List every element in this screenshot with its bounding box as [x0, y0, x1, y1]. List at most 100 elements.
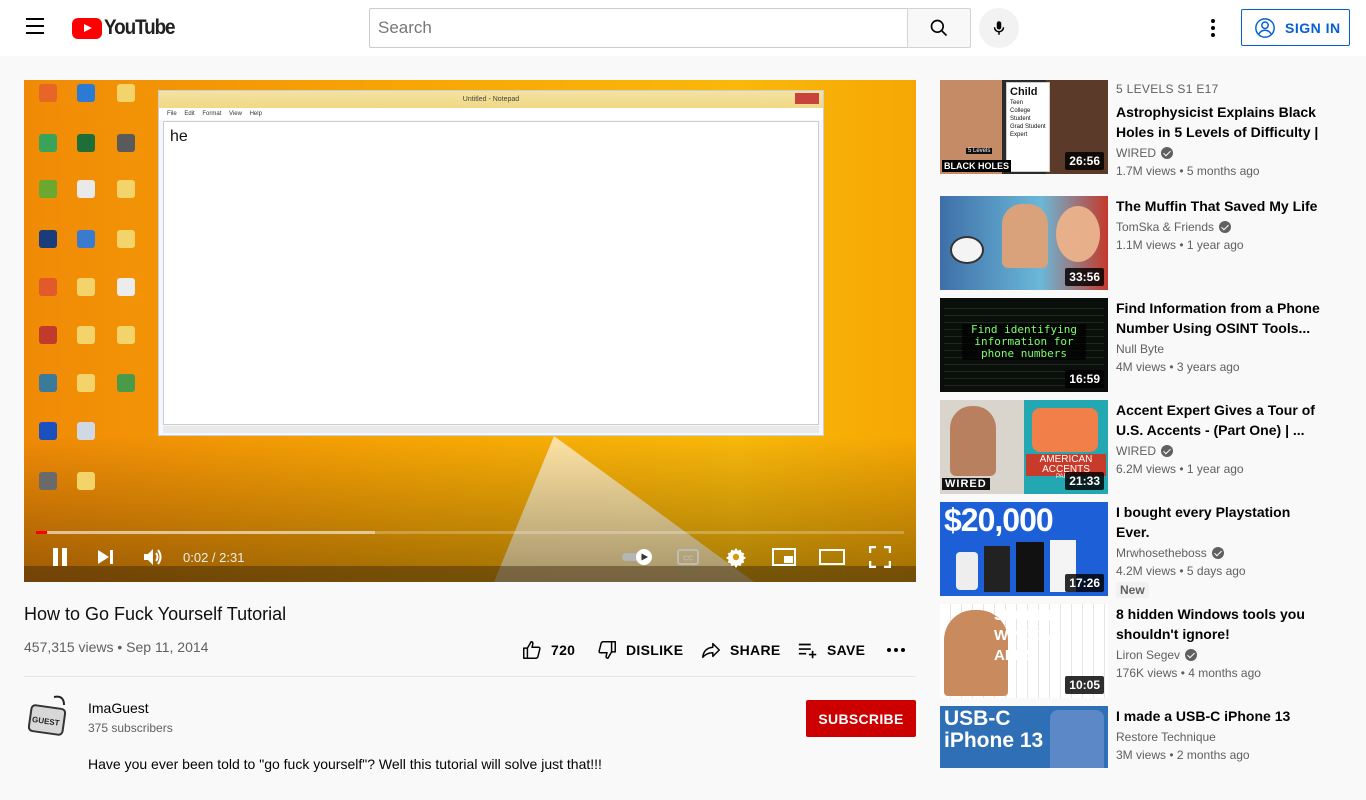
video-thumbnail[interactable]: AMERICAN ACCENTS PART WIRED 21:33	[940, 400, 1108, 494]
captions-icon: CC	[677, 549, 699, 565]
video-thumbnail[interactable]: $20,000 17:26	[940, 502, 1108, 596]
sign-in-button[interactable]: SIGN IN	[1241, 9, 1350, 46]
dislike-label: DISLIKE	[626, 642, 684, 658]
video-title: How to Go Fuck Yourself Tutorial	[24, 604, 287, 624]
recommendation-item[interactable]: SECRET WINDOWS APPS 10:05 8 hidden Windo…	[940, 604, 1350, 698]
account-icon	[1255, 17, 1275, 38]
desktop-icon	[68, 422, 104, 443]
video-duration: 17:26	[1065, 574, 1104, 592]
recommendation-item[interactable]: $20,000 17:26 I bought every Playstation…	[940, 502, 1350, 598]
desktop-icon	[30, 374, 66, 395]
settings-button[interactable]	[722, 542, 750, 572]
desktop-icon	[108, 278, 144, 299]
miniplayer-button[interactable]	[770, 542, 798, 572]
desktop-icon	[30, 422, 66, 443]
video-thumbnail[interactable]: 33:56	[940, 196, 1108, 290]
divider	[24, 676, 916, 677]
video-stats: 4M views • 3 years ago	[1116, 360, 1240, 374]
thumb-brand-text: WIRED	[942, 478, 990, 490]
video-title-link[interactable]: Accent Expert Gives a Tour of U.S. Accen…	[1116, 400, 1326, 440]
captions-button[interactable]: CC	[674, 542, 702, 572]
channel-name[interactable]: WIRED	[1116, 444, 1156, 458]
player-controls: 0:02 / 2:31 CC	[24, 542, 916, 572]
voice-search-button[interactable]	[979, 8, 1019, 48]
desktop-icon	[30, 230, 66, 251]
dislike-button[interactable]: DISLIKE	[596, 638, 683, 662]
notepad-title: Untitled - Notepad	[462, 96, 520, 103]
thumb-level-row: College Student	[1010, 108, 1031, 122]
video-player[interactable]: Untitled - Notepad File Edit Format View…	[24, 80, 916, 582]
notepad-close-icon	[795, 93, 819, 104]
more-actions-button[interactable]	[886, 638, 914, 662]
volume-button[interactable]	[140, 542, 166, 572]
video-title-link[interactable]: Astrophysicist Explains Black Holes in 5…	[1116, 102, 1326, 142]
channel-name[interactable]: Restore Technique	[1116, 730, 1216, 744]
recommendation-item[interactable]: USB-C iPhone 13 I made a USB-C iPhone 13…	[940, 706, 1350, 800]
video-title-link[interactable]: I bought every Playstation Ever.	[1116, 502, 1326, 542]
thumb-price-text: $20,000	[944, 502, 1054, 538]
channel-name[interactable]: Null Byte	[1116, 342, 1164, 356]
thumb-level-row: Expert	[1010, 132, 1028, 138]
pause-button[interactable]	[46, 542, 74, 572]
recommendation-item[interactable]: AMERICAN ACCENTS PART WIRED 21:33 Accent…	[940, 400, 1350, 494]
channel-avatar[interactable]: GUEST	[24, 693, 72, 741]
search-button[interactable]	[907, 8, 971, 48]
video-thumbnail[interactable]: Child Teen College Student Grad Student …	[940, 80, 1108, 174]
channel-name[interactable]: Mrwhosetheboss	[1116, 546, 1207, 560]
share-button[interactable]: SHARE	[700, 638, 781, 662]
notepad-titlebar: Untitled - Notepad	[159, 91, 823, 108]
next-icon	[98, 550, 113, 564]
subscribe-button[interactable]: SUBSCRIBE	[806, 700, 916, 737]
menu-icon[interactable]	[24, 18, 48, 38]
sign-in-label: SIGN IN	[1285, 19, 1341, 36]
recommendation-item[interactable]: 33:56 The Muffin That Saved My Life TomS…	[940, 196, 1350, 290]
desktop-icon	[68, 472, 104, 493]
top-bar: YouTube SIGN IN	[0, 0, 1366, 56]
next-button[interactable]	[94, 542, 118, 572]
video-title-link[interactable]: The Muffin That Saved My Life	[1116, 196, 1326, 216]
video-thumbnail[interactable]: Find identifying information for phone n…	[940, 298, 1108, 392]
desktop-icon	[30, 326, 66, 347]
thumb-level-label: Child	[1010, 86, 1038, 98]
thumbs-down-icon	[598, 641, 616, 659]
video-title-link[interactable]: I made a USB-C iPhone 13	[1116, 706, 1326, 726]
desktop-icon	[108, 374, 144, 395]
recommendation-item[interactable]: Find identifying information for phone n…	[940, 298, 1350, 392]
thumb-level-row: Teen	[1010, 100, 1024, 106]
notepad-scrollbar	[163, 426, 819, 433]
thumb-headline-text: USB-C iPhone 13	[944, 707, 1044, 752]
thumbs-up-icon	[523, 641, 541, 659]
video-thumbnail[interactable]: SECRET WINDOWS APPS 10:05	[940, 604, 1108, 698]
theater-mode-button[interactable]	[818, 542, 846, 572]
channel-name[interactable]: WIRED	[1116, 146, 1156, 160]
microphone-icon	[993, 21, 1005, 35]
channel-name[interactable]: TomSka & Friends	[1116, 220, 1214, 234]
desktop-icon	[108, 134, 144, 155]
video-duration: 33:56	[1065, 268, 1104, 286]
desktop-icon	[68, 230, 104, 251]
more-horizontal-icon	[887, 648, 905, 652]
progress-bar[interactable]	[36, 531, 904, 534]
miniplayer-icon	[772, 548, 796, 566]
video-duration: 10:05	[1065, 676, 1104, 694]
search-input[interactable]	[370, 9, 908, 47]
fullscreen-button[interactable]	[866, 542, 894, 572]
save-label: SAVE	[827, 642, 866, 658]
video-title-link[interactable]: 8 hidden Windows tools you shouldn't ign…	[1116, 604, 1326, 644]
like-button[interactable]: 720	[521, 638, 575, 662]
thumb-level-row: Grad Student	[1010, 124, 1046, 130]
video-stats: 1.7M views • 5 months ago	[1116, 164, 1260, 178]
settings-more-icon[interactable]	[1202, 16, 1224, 40]
verified-icon	[1161, 147, 1173, 159]
autoplay-icon	[622, 549, 652, 565]
recommendation-item[interactable]: Child Teen College Student Grad Student …	[940, 80, 1350, 178]
channel-name[interactable]: Liron Segev	[1116, 648, 1180, 662]
channel-name[interactable]: ImaGuest	[88, 700, 149, 716]
volume-icon	[144, 549, 162, 565]
autoplay-toggle[interactable]	[618, 542, 658, 572]
video-thumbnail[interactable]: USB-C iPhone 13	[940, 706, 1108, 768]
youtube-logo[interactable]: YouTube	[72, 16, 182, 39]
save-button[interactable]: SAVE	[797, 638, 865, 662]
video-title-link[interactable]: Find Information from a Phone Number Usi…	[1116, 298, 1326, 338]
pause-icon	[53, 548, 67, 566]
